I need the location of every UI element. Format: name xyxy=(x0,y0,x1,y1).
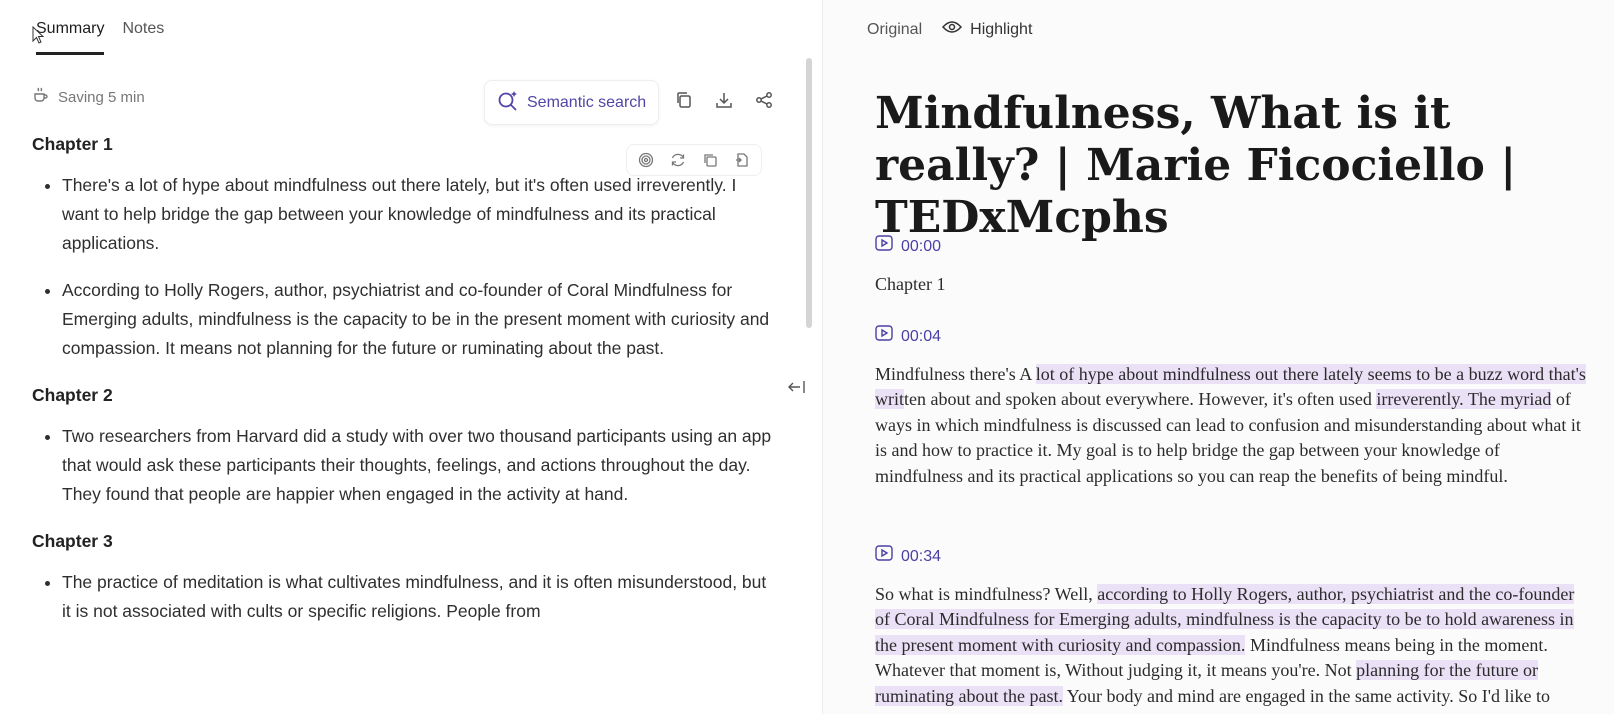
chapter-bullets: The practice of meditation is what culti… xyxy=(32,568,772,626)
tab-highlight[interactable]: Highlight xyxy=(942,20,1032,39)
chapter-bullets: Two researchers from Harvard did a study… xyxy=(32,422,772,509)
timestamp-link[interactable]: 00:34 xyxy=(875,544,1590,570)
transcript-span: ten about and spoken about everywhere. H… xyxy=(904,389,1377,409)
play-timestamp-icon xyxy=(875,324,893,350)
highlighted-span[interactable]: irreverently. The myriad xyxy=(1376,389,1552,409)
eye-icon xyxy=(942,20,963,39)
saving-label: Saving 5 min xyxy=(58,88,145,106)
summary-content: Chapter 1 There's a lot of hype about mi… xyxy=(32,130,772,644)
transcript-span: Chapter 1 xyxy=(875,273,946,294)
list-item: The practice of meditation is what culti… xyxy=(62,568,772,626)
tab-summary[interactable]: Summary xyxy=(36,20,105,55)
tab-notes[interactable]: Notes xyxy=(122,20,164,55)
transcript-span: So what is mindfulness? Well, xyxy=(875,583,1098,604)
summary-toolbar: Semantic search xyxy=(484,80,779,125)
transcript-text: So what is mindfulness? Well, according … xyxy=(875,582,1590,714)
transcript-text: Mindfulness there's A lot of hype about … xyxy=(875,362,1590,490)
summary-scrollbar[interactable] xyxy=(806,58,812,328)
timestamp-label: 00:00 xyxy=(901,238,942,255)
transcript-tabs: Original Highlight xyxy=(867,20,1032,39)
tab-original[interactable]: Original xyxy=(867,21,922,39)
semantic-search-label: Semantic search xyxy=(527,93,647,111)
download-button[interactable] xyxy=(709,88,739,118)
share-button[interactable] xyxy=(749,88,779,118)
transcript-segment: 00:04 Mindfulness there's A lot of hype … xyxy=(875,324,1590,489)
summary-panel: Summary Notes Saving 5 min Semantic sear… xyxy=(0,0,822,714)
play-timestamp-icon xyxy=(875,544,893,570)
copy-button[interactable] xyxy=(669,88,699,118)
video-title: Mindfulness, What is it really? | Marie … xyxy=(875,88,1517,243)
semantic-search-button[interactable]: Semantic search xyxy=(484,80,660,125)
download-icon xyxy=(715,91,733,114)
transcript-segment: 00:00 Chapter 1 xyxy=(875,234,1590,297)
list-item: According to Holly Rogers, author, psych… xyxy=(62,276,772,363)
chapter-heading: Chapter 2 xyxy=(32,385,113,405)
semantic-search-icon xyxy=(497,89,519,116)
timestamp-link[interactable]: 00:04 xyxy=(875,324,1590,350)
transcript-segment: 00:34 So what is mindfulness? Well, acco… xyxy=(875,544,1590,714)
list-item: There's a lot of hype about mindfulness … xyxy=(62,171,772,258)
list-item: Two researchers from Harvard did a study… xyxy=(62,422,772,509)
timestamp-label: 00:34 xyxy=(901,548,942,565)
transcript-span: Mindfulness there's A xyxy=(875,363,1036,384)
play-timestamp-icon xyxy=(875,234,893,260)
tab-highlight-label: Highlight xyxy=(970,20,1033,38)
coffee-icon xyxy=(32,86,50,108)
timestamp-link[interactable]: 00:00 xyxy=(875,234,1590,260)
saving-indicator: Saving 5 min xyxy=(32,86,145,108)
summary-tabs: Summary Notes xyxy=(36,20,164,55)
share-icon xyxy=(755,91,773,114)
collapse-panel-icon[interactable] xyxy=(788,380,806,399)
timestamp-label: 00:04 xyxy=(901,328,942,345)
chapter-heading: Chapter 3 xyxy=(32,531,113,551)
transcript-text: Chapter 1 xyxy=(875,272,1590,298)
transcript-panel: Original Highlight Mindfulness, What is … xyxy=(823,0,1614,714)
copy-icon xyxy=(675,91,693,114)
chapter-bullets: There's a lot of hype about mindfulness … xyxy=(32,171,772,363)
cursor-icon xyxy=(32,25,45,47)
chapter-heading: Chapter 1 xyxy=(32,134,113,154)
